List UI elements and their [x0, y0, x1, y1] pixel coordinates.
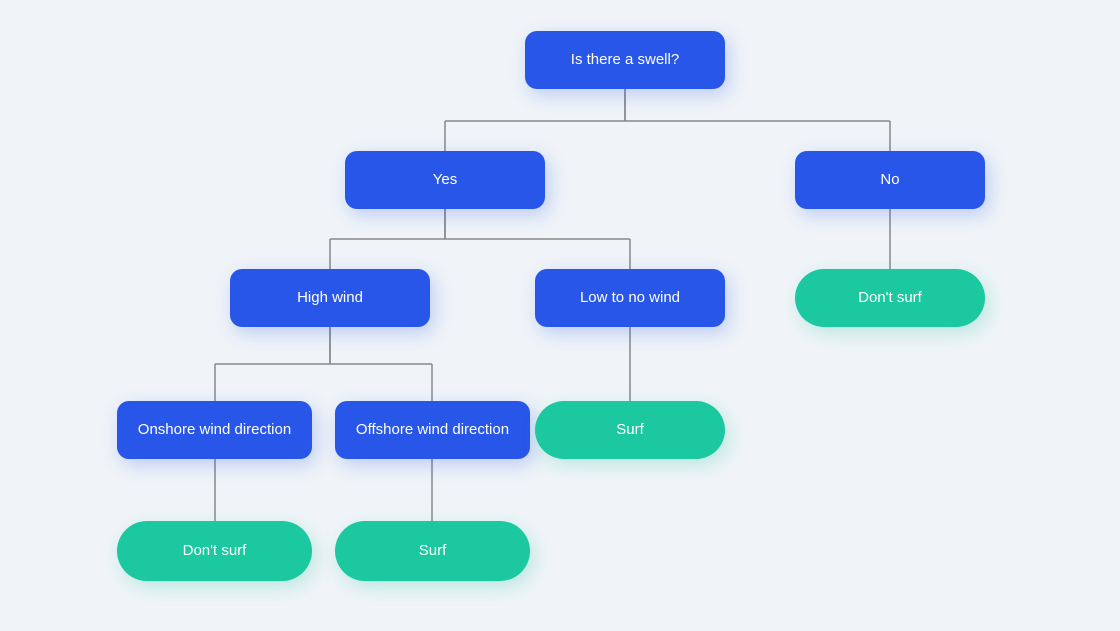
surf-low-node: Surf [535, 401, 725, 459]
dont-surf-no-label: Don't surf [858, 289, 922, 306]
offshore-label: Offshore wind direction [356, 421, 509, 438]
offshore-node: Offshore wind direction [335, 401, 530, 459]
low-wind-label: Low to no wind [580, 289, 680, 306]
onshore-node: Onshore wind direction [117, 401, 312, 459]
high-wind-label: High wind [297, 289, 363, 306]
surf-offshore-label: Surf [419, 542, 447, 559]
dont-surf-onshore-node: Don't surf [117, 521, 312, 581]
high-wind-node: High wind [230, 269, 430, 327]
low-wind-node: Low to no wind [535, 269, 725, 327]
surf-low-label: Surf [616, 421, 644, 438]
onshore-label: Onshore wind direction [138, 421, 291, 438]
no-label: No [880, 171, 899, 188]
root-label: Is there a swell? [571, 51, 679, 68]
root-node: Is there a swell? [525, 31, 725, 89]
surf-offshore-node: Surf [335, 521, 530, 581]
dont-surf-onshore-label: Don't surf [183, 542, 247, 559]
flowchart: Is there a swell? Yes No High wind Low t… [35, 11, 1085, 621]
yes-node: Yes [345, 151, 545, 209]
dont-surf-no-node: Don't surf [795, 269, 985, 327]
yes-label: Yes [433, 171, 457, 188]
no-node: No [795, 151, 985, 209]
